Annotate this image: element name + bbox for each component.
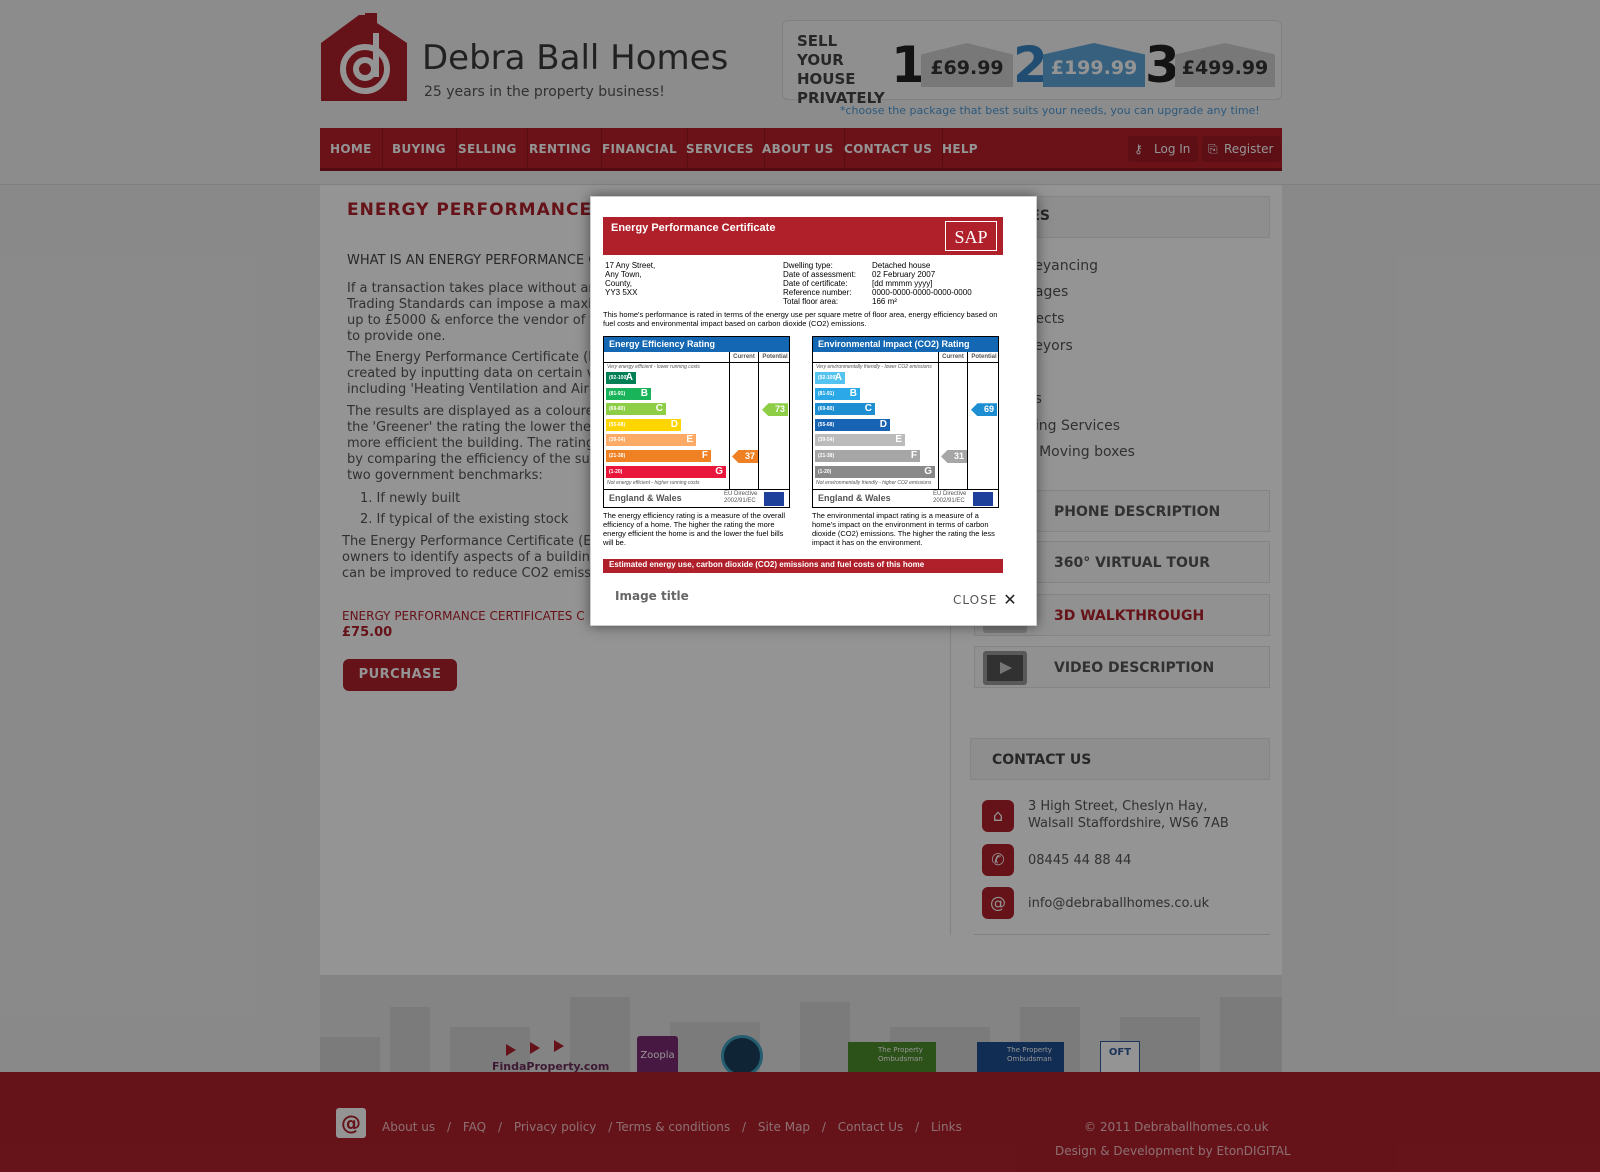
ee-band-F: (21-38) F: [606, 450, 711, 462]
ei-top-note: Very environmentally friendly - lower CO…: [816, 364, 932, 370]
band-letter: E: [895, 434, 902, 446]
ee-band-E: (39-54) E: [606, 434, 696, 447]
band-letter: B: [640, 387, 648, 399]
lightbox-modal: Energy Performance Certificate SAP 17 An…: [590, 196, 1037, 626]
ee-directive: EU Directive 2002/91/EC: [724, 491, 758, 504]
ei-potential-header: Potential: [971, 354, 997, 360]
ei-band-G: (1-20) G: [815, 465, 935, 478]
epc-title: Energy Performance Certificate: [611, 222, 776, 234]
ei-footer-rule: [813, 489, 998, 490]
ee-footer-rule: [604, 489, 789, 490]
ei-band-E: (39-54) E: [815, 434, 905, 447]
band-letter: E: [686, 434, 693, 446]
band-letter: D: [670, 418, 678, 430]
epc-footer-text: Estimated energy use, carbon dioxide (CO…: [609, 560, 925, 569]
close-button[interactable]: CLOSE ✕: [953, 590, 1018, 609]
ei-potential-rating: 69: [971, 403, 997, 417]
ei-region: England & Wales: [818, 493, 891, 503]
ei-directive: EU Directive 2002/91/EC: [933, 491, 967, 504]
energy-efficiency-chart: Energy Efficiency Rating Current Potential…: [603, 336, 790, 508]
ei-description: The environmental impact rating is a mea…: [812, 511, 995, 547]
band-letter: A: [834, 372, 842, 383]
ee-region: England & Wales: [609, 493, 682, 503]
ee-band-C: (69-80) C: [606, 403, 666, 416]
ee-eu-flag-icon: [764, 492, 784, 506]
ee-band-B: (81-91) B: [606, 387, 651, 400]
ei-bottom-note: Not environmentally friendly - higher CO…: [816, 480, 932, 486]
band-letter: C: [655, 403, 663, 415]
band-letter: D: [879, 418, 887, 430]
ee-bottom-note: Not energy efficient - higher running co…: [607, 480, 700, 486]
environmental-impact-chart: Environmental Impact (CO2) Rating Current…: [812, 336, 999, 508]
epc-intro: This home's performance is rated in term…: [603, 310, 998, 328]
epc-image: Energy Performance Certificate SAP 17 An…: [603, 209, 1024, 580]
band-letter: F: [701, 450, 708, 461]
band-letter: G: [924, 465, 932, 477]
close-label: CLOSE: [953, 593, 998, 607]
band-letter: F: [910, 450, 917, 461]
ee-chart-title: Energy Efficiency Rating: [604, 337, 789, 352]
ei-band-A: (92-100) A: [815, 372, 845, 384]
ei-band-B: (81-91) B: [815, 387, 860, 400]
ee-current-column: [729, 352, 759, 489]
band-letter: G: [715, 465, 723, 477]
ee-potential-header: Potential: [762, 354, 788, 360]
ee-potential-rating: 73: [762, 403, 788, 417]
close-icon: ✕: [1003, 590, 1018, 609]
sap-logo: SAP: [945, 221, 997, 251]
ei-chart-title: Environmental Impact (CO2) Rating: [813, 337, 998, 352]
band-letter: A: [625, 372, 633, 383]
ei-eu-flag-icon: [973, 492, 993, 506]
ei-current-column: [938, 352, 968, 489]
ee-description: The energy efficiency rating is a measur…: [603, 511, 786, 547]
ei-band-F: (21-38) F: [815, 450, 920, 462]
band-letter: B: [849, 387, 857, 399]
ee-band-D: (55-68) D: [606, 418, 681, 431]
ee-band-A: (92-100) A: [606, 372, 636, 384]
epc-detail-labels: Dwelling type: Date of assessment: Date of…: [783, 261, 856, 306]
epc-address: 17 Any Street, Any Town, County, YY3 5XX: [605, 261, 656, 297]
ei-band-D: (55-68) D: [815, 418, 890, 431]
ei-band-C: (69-80) C: [815, 403, 875, 416]
ee-band-G: (1-20) G: [606, 465, 726, 478]
ee-top-note: Very energy efficient - lower running co…: [607, 364, 700, 370]
image-title: Image title: [615, 589, 689, 603]
epc-detail-values: Detached house 02 February 2007 [dd mmmm y…: [872, 261, 972, 306]
ee-current-header: Current: [733, 354, 755, 360]
ee-header-rule: [604, 362, 789, 363]
ei-current-header: Current: [942, 354, 964, 360]
band-letter: C: [864, 403, 872, 415]
ei-header-rule: [813, 362, 998, 363]
